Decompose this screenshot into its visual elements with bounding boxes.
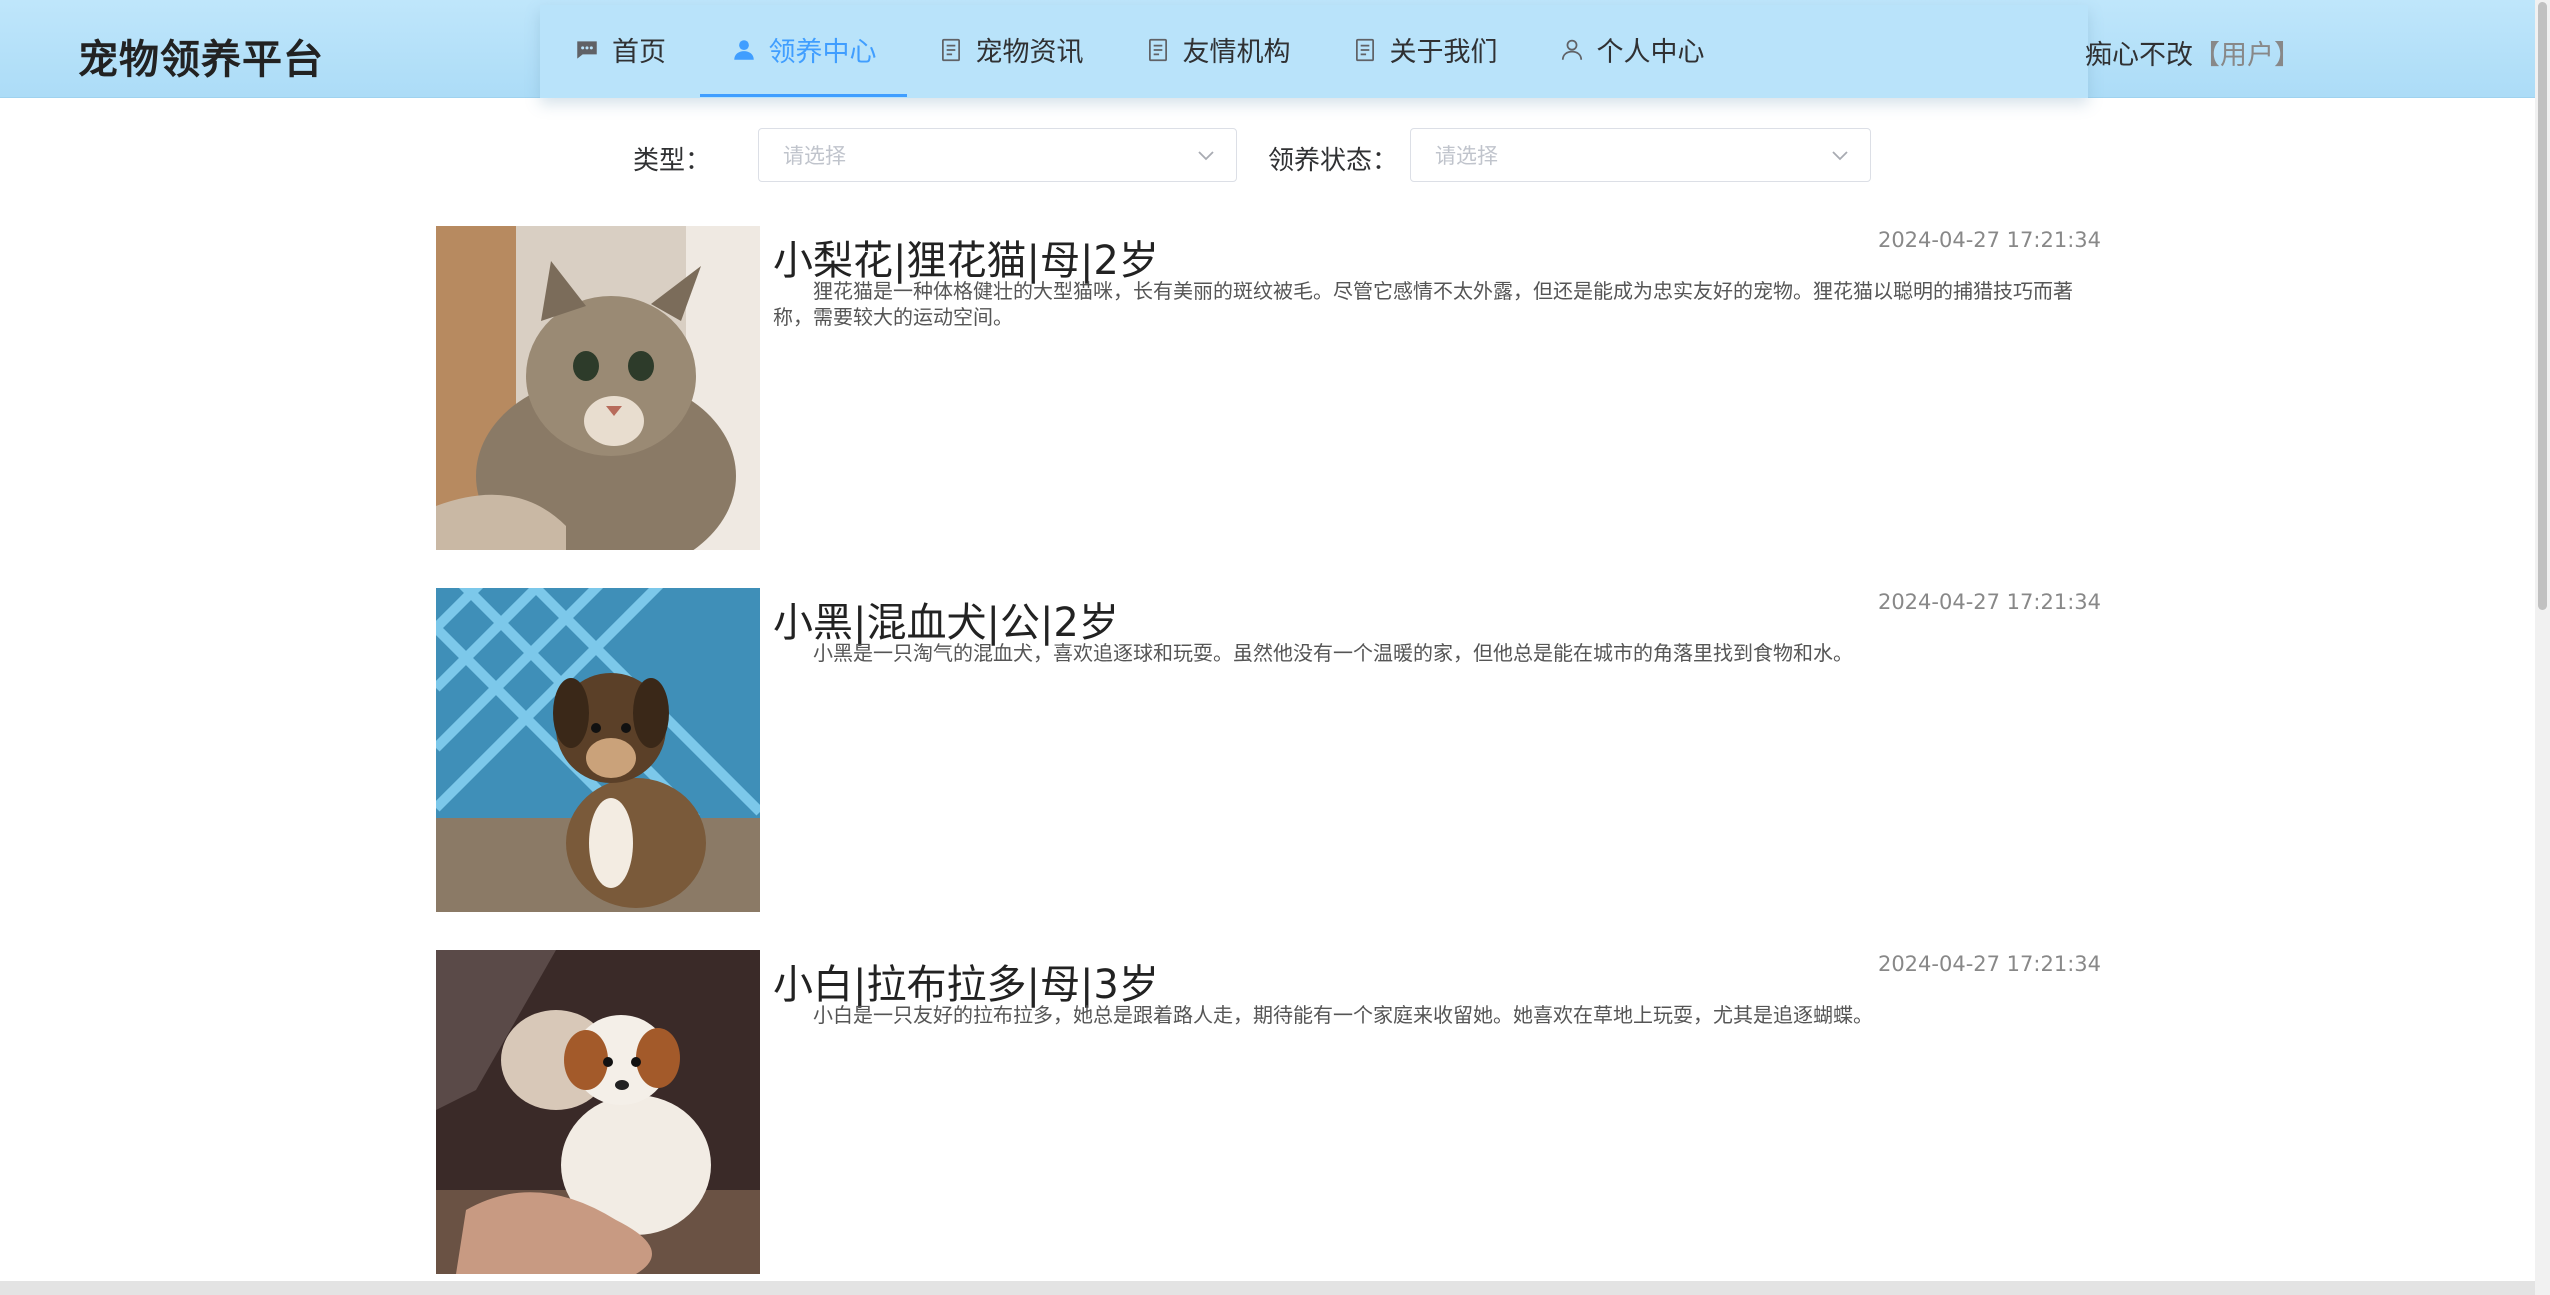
pet-photo[interactable] (436, 588, 760, 912)
top-header: 宠物领养平台 首页 领养中心 宠物资讯 友情机构 关于我们 个人中心 痴心不改【… (0, 0, 2535, 98)
user-name: 痴心不改 (2085, 40, 2193, 71)
nav-label: 友情机构 (1182, 37, 1291, 68)
pet-publish-time: 2024-04-27 17:21:34 (1877, 952, 2101, 976)
type-select-placeholder: 请选择 (783, 144, 846, 168)
pet-list-item[interactable]: 小梨花|狸花猫|母|2岁 2024-04-27 17:21:34 狸花猫是一种体… (436, 226, 2101, 588)
nav-item-pet-news[interactable]: 宠物资讯 (907, 5, 1114, 97)
horizontal-scrollbar[interactable] (0, 1281, 2535, 1295)
nav-item-personal-center[interactable]: 个人中心 (1528, 5, 1735, 97)
pet-description: 小白是一只友好的拉布拉多，她总是跟着路人走，期待能有一个家庭来收留她。她喜欢在草… (813, 1003, 1873, 1027)
pet-list: 小梨花|狸花猫|母|2岁 2024-04-27 17:21:34 狸花猫是一种体… (436, 226, 2101, 1295)
status-select-placeholder: 请选择 (1435, 144, 1498, 168)
nav-label: 个人中心 (1596, 37, 1705, 68)
pet-publish-time: 2024-04-27 17:21:34 (1877, 590, 2101, 614)
nav-item-partner-orgs[interactable]: 友情机构 (1114, 5, 1321, 97)
nav-item-about-us[interactable]: 关于我们 (1321, 5, 1528, 97)
pet-list-item[interactable]: 小白|拉布拉多|母|3岁 2024-04-27 17:21:34 小白是一只友好… (436, 950, 2101, 1295)
pet-description: 狸花猫是一种体格健壮的大型猫咪，长有美丽的斑纹被毛。尽管它感情不太外露，但还是能… (773, 279, 2073, 329)
main-nav: 首页 领养中心 宠物资讯 友情机构 关于我们 个人中心 (540, 5, 2088, 98)
document-icon (1145, 37, 1171, 63)
type-filter-label: 类型： (633, 146, 712, 176)
document-icon (1352, 37, 1378, 63)
user-outline-icon (1559, 37, 1585, 63)
nav-label: 关于我们 (1389, 37, 1498, 68)
vertical-scrollbar-thumb[interactable] (2538, 2, 2547, 610)
current-user[interactable]: 痴心不改【用户】 (2085, 33, 2301, 72)
type-select[interactable]: 请选择 (758, 128, 1237, 182)
pet-list-item[interactable]: 小黑|混血犬|公|2岁 2024-04-27 17:21:34 小黑是一只淘气的… (436, 588, 2101, 950)
nav-item-home[interactable]: 首页 (540, 5, 700, 97)
pet-photo[interactable] (436, 226, 760, 550)
user-icon (731, 37, 757, 63)
user-role: 【用户】 (2193, 40, 2301, 71)
nav-label: 首页 (612, 37, 666, 68)
pet-description: 小黑是一只淘气的混血犬，喜欢追逐球和玩耍。虽然他没有一个温暖的家，但他总是能在城… (813, 641, 1853, 665)
status-filter-label: 领养状态： (1268, 146, 1399, 176)
pet-publish-time: 2024-04-27 17:21:34 (1877, 228, 2101, 252)
chat-icon (574, 37, 600, 63)
nav-item-adoption-center[interactable]: 领养中心 (700, 5, 907, 97)
brand-title: 宠物领养平台 (78, 37, 324, 83)
pet-photo[interactable] (436, 950, 760, 1274)
chevron-down-icon (1198, 151, 1214, 161)
document-icon (938, 37, 964, 63)
nav-label: 领养中心 (768, 37, 877, 68)
page: 宠物领养平台 首页 领养中心 宠物资讯 友情机构 关于我们 个人中心 痴心不改【… (0, 0, 2550, 1295)
nav-label: 宠物资讯 (975, 37, 1084, 68)
status-select[interactable]: 请选择 (1410, 128, 1871, 182)
vertical-scrollbar[interactable] (2535, 0, 2550, 1295)
chevron-down-icon (1832, 151, 1848, 161)
